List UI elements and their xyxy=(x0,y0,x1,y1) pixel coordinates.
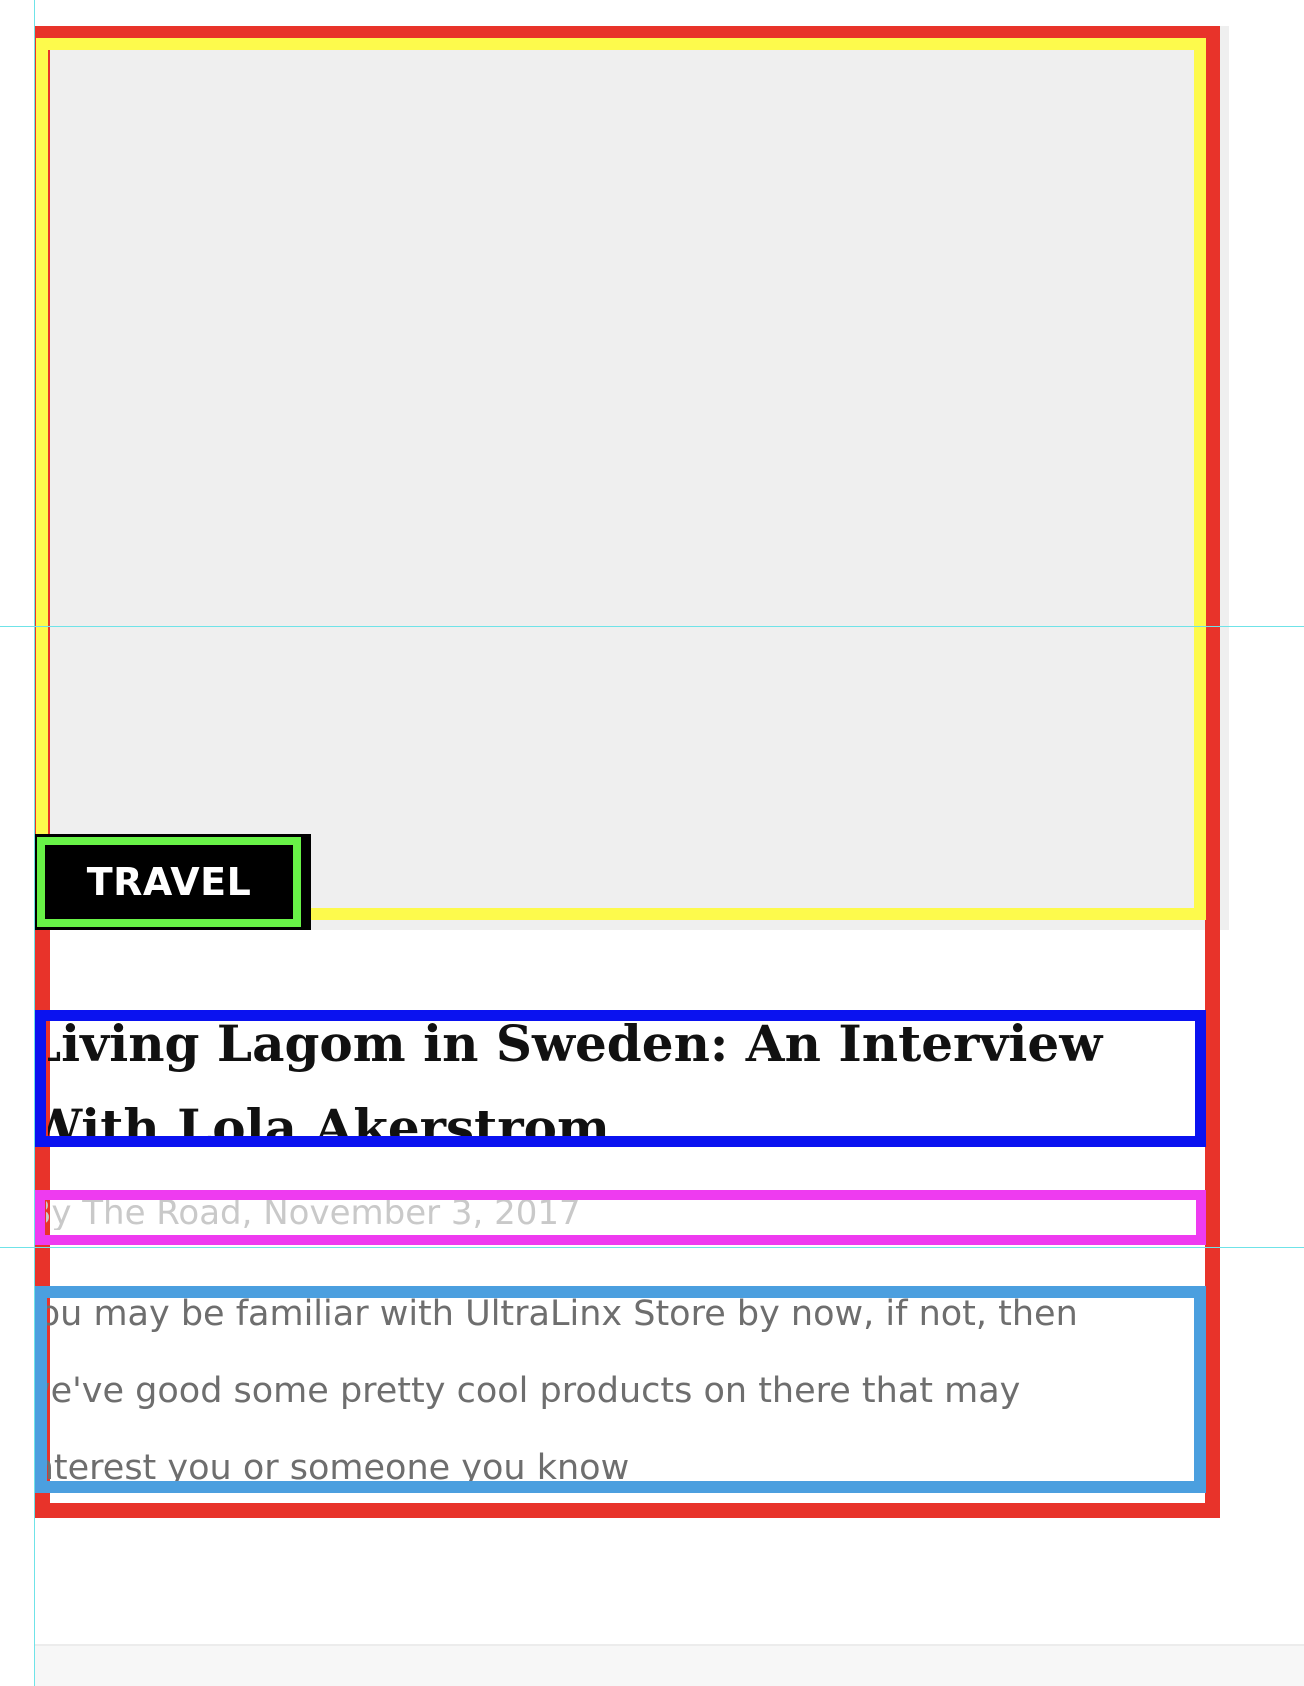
horizontal-guide-line xyxy=(0,626,1304,627)
thumbnail-outline xyxy=(36,38,1206,920)
page: TRAVEL Living Lagom in Sweden: An Interv… xyxy=(0,0,1304,1686)
meta-outline xyxy=(35,1190,1206,1245)
category-outline xyxy=(37,837,301,927)
bottom-strip xyxy=(35,1644,1304,1686)
title-outline xyxy=(35,1010,1206,1147)
vertical-guide-line xyxy=(34,0,35,1686)
horizontal-guide-line xyxy=(0,1247,1304,1248)
excerpt-outline xyxy=(35,1286,1206,1493)
